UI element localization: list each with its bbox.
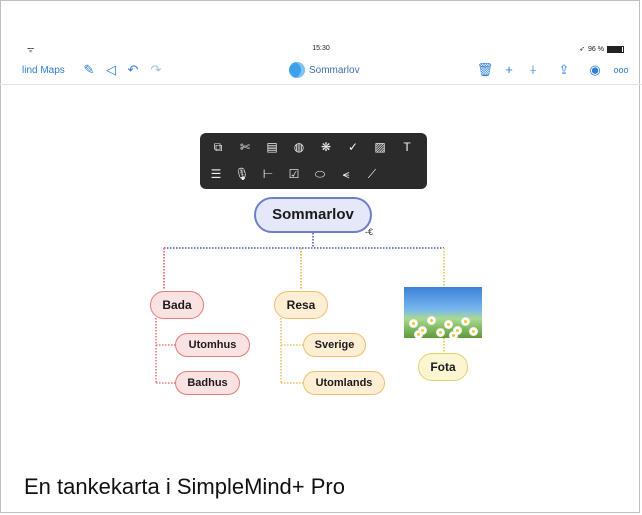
caption: En tankekarta i SimpleMind+ Pro bbox=[24, 474, 345, 499]
connector-main bbox=[164, 233, 444, 249]
connector-bada-children bbox=[155, 318, 175, 384]
topic-fota[interactable]: Fota bbox=[418, 353, 468, 381]
topic-utomhus[interactable]: Utomhus bbox=[175, 333, 250, 357]
fota-photo-image[interactable] bbox=[404, 287, 482, 338]
topic-bada[interactable]: Bada bbox=[150, 291, 204, 319]
central-topic[interactable]: Sommarlov bbox=[254, 197, 372, 233]
topic-sverige[interactable]: Sverige bbox=[303, 333, 366, 357]
topic-badhus[interactable]: Badhus bbox=[175, 371, 240, 395]
topic-resa[interactable]: Resa bbox=[274, 291, 328, 319]
connector-resa-children bbox=[280, 318, 303, 384]
collapse-toggle[interactable]: -€ bbox=[365, 227, 373, 237]
connector-lines bbox=[155, 233, 445, 384]
topic-utomlands[interactable]: Utomlands bbox=[303, 371, 385, 395]
